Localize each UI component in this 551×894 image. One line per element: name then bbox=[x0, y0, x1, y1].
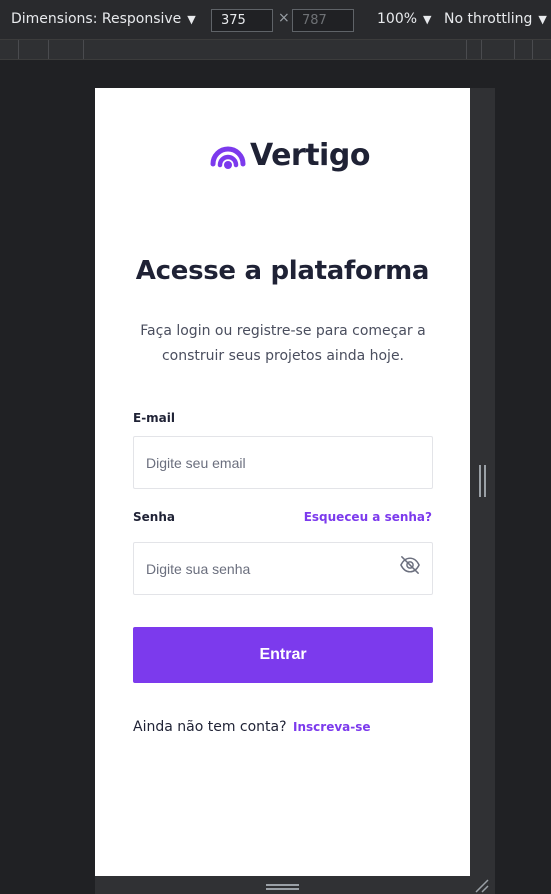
signup-prompt-text: Ainda não tem conta? bbox=[133, 719, 287, 735]
caret-down-icon: ▼ bbox=[538, 12, 547, 26]
times-separator: × bbox=[278, 10, 290, 26]
zoom-label: 100% bbox=[377, 11, 418, 27]
dimensions-dropdown[interactable]: Dimensions: Responsive ▼ bbox=[11, 11, 196, 27]
ruler-tick bbox=[532, 40, 533, 59]
eye-off-icon[interactable] bbox=[399, 555, 421, 575]
email-field-wrapper bbox=[133, 436, 433, 489]
password-label: Senha bbox=[133, 510, 175, 524]
ruler-tick bbox=[48, 40, 49, 59]
signup-link[interactable]: Inscreva-se bbox=[293, 720, 371, 734]
resize-handle-right[interactable] bbox=[479, 465, 486, 497]
signup-prompt-row: Ainda não tem conta? Inscreva-se bbox=[133, 719, 371, 735]
caret-down-icon: ▼ bbox=[423, 12, 432, 26]
ruler-tick bbox=[83, 40, 84, 59]
vertigo-logo-icon bbox=[210, 146, 246, 169]
throttling-label: No throttling bbox=[444, 11, 533, 27]
ruler-tick bbox=[481, 40, 482, 59]
submit-button[interactable]: Entrar bbox=[133, 627, 433, 683]
email-field[interactable] bbox=[134, 437, 432, 488]
media-query-ruler[interactable] bbox=[0, 40, 551, 60]
email-label: E-mail bbox=[133, 411, 176, 425]
resize-corner-icon[interactable] bbox=[474, 878, 490, 894]
forgot-password-link[interactable]: Esqueceu a senha? bbox=[304, 510, 432, 524]
brand-logo: Vertigo bbox=[209, 134, 370, 176]
caret-down-icon: ▼ bbox=[187, 12, 196, 26]
zoom-dropdown[interactable]: 100% ▼ bbox=[377, 11, 432, 27]
brand-name: Vertigo bbox=[250, 137, 370, 173]
resize-handle-bottom[interactable] bbox=[266, 884, 299, 890]
page-title: Acesse a plataforma bbox=[135, 256, 430, 286]
height-input[interactable]: 787 bbox=[292, 9, 354, 32]
page-viewport: Vertigo Acesse a plataforma Faça login o… bbox=[95, 88, 470, 876]
ruler-tick bbox=[18, 40, 19, 59]
throttling-dropdown[interactable]: No throttling ▼ bbox=[444, 11, 547, 27]
page-subtitle: Faça login ou registre-se para começar a… bbox=[140, 323, 426, 364]
dimensions-label: Dimensions: Responsive bbox=[11, 11, 182, 27]
ruler-tick bbox=[466, 40, 467, 59]
password-field-wrapper bbox=[133, 542, 433, 595]
width-input[interactable]: 375 bbox=[211, 9, 273, 32]
devtools-toolbar: Dimensions: Responsive ▼ 375 × 787 100% … bbox=[0, 0, 551, 40]
password-field[interactable] bbox=[134, 543, 432, 594]
ruler-tick bbox=[514, 40, 515, 59]
